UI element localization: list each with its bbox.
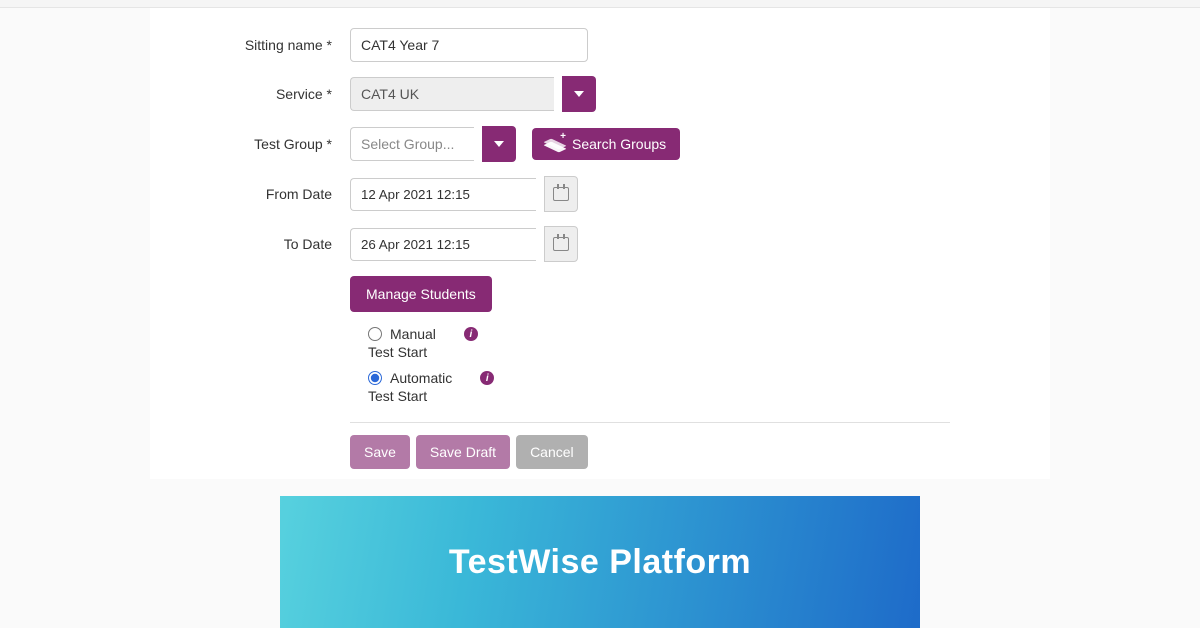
- test-start-mode: Manual i Test Start Automatic i Test Sta…: [368, 326, 568, 404]
- automatic-test-start-radio[interactable]: [368, 371, 382, 385]
- test-group-label: Test Group *: [150, 136, 350, 152]
- from-date-label: From Date: [150, 186, 350, 202]
- to-date-calendar-button[interactable]: [544, 226, 578, 262]
- to-date-input[interactable]: [350, 228, 536, 261]
- from-date-input[interactable]: [350, 178, 536, 211]
- action-buttons: Save Save Draft Cancel: [350, 435, 1050, 469]
- row-test-group: Test Group * Select Group... + Search Gr…: [150, 126, 1050, 162]
- row-to-date: To Date: [150, 226, 1050, 262]
- from-date-calendar-button[interactable]: [544, 176, 578, 212]
- manual-sublabel: Test Start: [368, 344, 568, 360]
- sitting-name-input[interactable]: [350, 28, 588, 62]
- automatic-sublabel: Test Start: [368, 388, 568, 404]
- calendar-icon: [553, 187, 569, 201]
- calendar-icon: [553, 237, 569, 251]
- sitting-form: Sitting name * Service * CAT4 UK Test Gr…: [150, 8, 1050, 479]
- row-manage-students: Manage Students: [150, 276, 1050, 312]
- manual-label: Manual: [390, 326, 436, 342]
- banner: TestWise Platform: [280, 496, 920, 628]
- info-icon[interactable]: i: [464, 327, 478, 341]
- test-group-dropdown-button[interactable]: [482, 126, 516, 162]
- search-groups-button[interactable]: + Search Groups: [532, 128, 680, 160]
- service-select[interactable]: CAT4 UK: [350, 77, 554, 111]
- chevron-down-icon: [574, 91, 584, 97]
- search-groups-label: Search Groups: [572, 136, 666, 152]
- layers-plus-icon: +: [546, 137, 564, 151]
- row-sitting-name: Sitting name *: [150, 28, 1050, 62]
- divider: [350, 422, 950, 423]
- info-icon[interactable]: i: [480, 371, 494, 385]
- to-date-label: To Date: [150, 236, 350, 252]
- top-bar: [0, 0, 1200, 8]
- manage-students-button[interactable]: Manage Students: [350, 276, 492, 312]
- cancel-button[interactable]: Cancel: [516, 435, 588, 469]
- sitting-name-label: Sitting name *: [150, 37, 350, 53]
- automatic-label: Automatic: [390, 370, 452, 386]
- manual-test-start-radio[interactable]: [368, 327, 382, 341]
- banner-title: TestWise Platform: [449, 543, 751, 582]
- save-draft-button[interactable]: Save Draft: [416, 435, 510, 469]
- row-from-date: From Date: [150, 176, 1050, 212]
- row-service: Service * CAT4 UK: [150, 76, 1050, 112]
- save-button[interactable]: Save: [350, 435, 410, 469]
- test-group-select[interactable]: Select Group...: [350, 127, 474, 161]
- service-label: Service *: [150, 86, 350, 102]
- service-dropdown-button[interactable]: [562, 76, 596, 112]
- chevron-down-icon: [494, 141, 504, 147]
